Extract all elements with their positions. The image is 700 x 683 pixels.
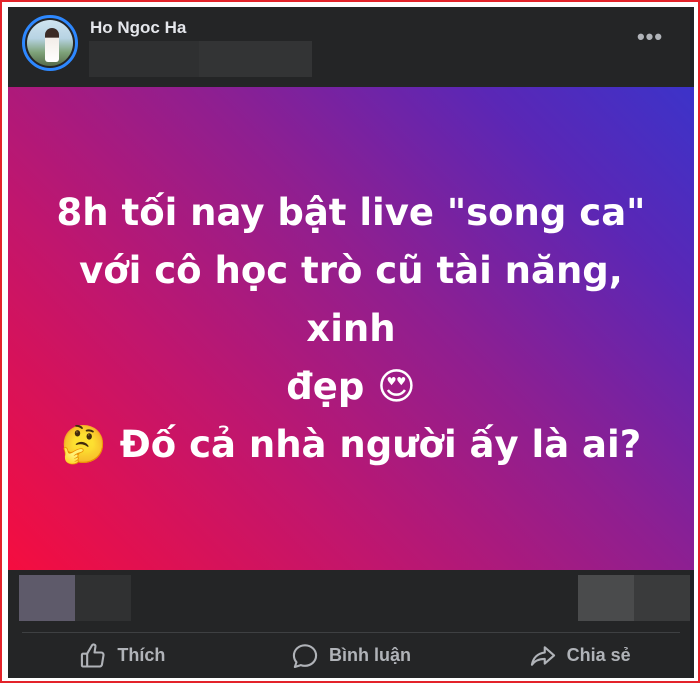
post-header: Ho Ngoc Ha •••	[8, 7, 694, 87]
post-meta-redacted-segment	[199, 41, 312, 77]
comment-button[interactable]: Bình luận	[237, 633, 466, 678]
share-arrow-icon	[530, 645, 555, 666]
reaction-count-redacted	[75, 575, 131, 621]
comment-label: Bình luận	[329, 645, 411, 665]
share-count-redacted[interactable]	[634, 575, 690, 621]
avatar-photo	[27, 20, 73, 66]
post-card: Ho Ngoc Ha ••• 8h tối nay bật live "song…	[8, 7, 694, 678]
like-button[interactable]: Thích	[8, 633, 237, 678]
reaction-summary-redacted[interactable]	[19, 575, 75, 621]
author-name[interactable]: Ho Ngoc Ha	[90, 18, 186, 38]
avatar-figure	[45, 28, 59, 62]
more-options-icon[interactable]: •••	[630, 26, 670, 54]
post-actions: Thích Bình luận Chia sẻ	[8, 633, 694, 678]
like-label: Thích	[117, 645, 166, 665]
screenshot-frame: Ho Ngoc Ha ••• 8h tối nay bật live "song…	[0, 0, 700, 683]
post-meta-redacted	[89, 41, 312, 77]
post-text-line: 🤔 Đố cả nhà người ấy là ai?	[60, 422, 642, 466]
reactions-bar	[8, 570, 694, 630]
post-text-line: 8h tối nay bật live "song ca"	[56, 190, 646, 234]
post-background: 8h tối nay bật live "song ca" với cô học…	[8, 87, 694, 570]
share-button[interactable]: Chia sẻ	[465, 633, 694, 678]
post-text-line: với cô học trò cũ tài năng, xinh	[79, 248, 623, 350]
comment-bubble-icon	[292, 643, 318, 668]
post-text-line: đẹp 😍	[286, 364, 416, 408]
author-avatar[interactable]	[22, 15, 78, 71]
post-text: 8h tối nay bật live "song ca" với cô học…	[31, 184, 671, 474]
thumbs-up-icon	[81, 642, 105, 668]
comment-count-redacted[interactable]	[578, 575, 634, 621]
share-label: Chia sẻ	[566, 645, 631, 665]
